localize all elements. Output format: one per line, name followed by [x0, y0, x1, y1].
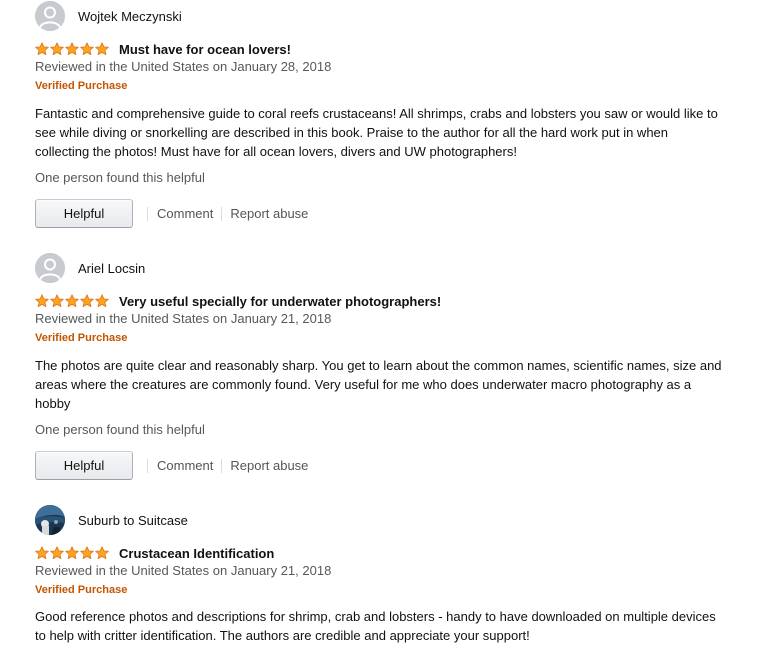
reviewer-profile[interactable]: Wojtek Meczynski	[35, 1, 182, 31]
comment-link[interactable]: Comment	[157, 458, 213, 473]
star-rating[interactable]	[35, 42, 109, 56]
star-icon	[50, 546, 64, 560]
report-abuse-link[interactable]: Report abuse	[230, 458, 308, 473]
rating-line: Very useful specially for underwater pho…	[35, 292, 441, 310]
review-title[interactable]: Very useful specially for underwater pho…	[119, 294, 441, 309]
review-actions: Helpful Comment Report abuse	[35, 198, 308, 229]
star-icon	[95, 546, 109, 560]
star-icon	[95, 42, 109, 56]
star-icon	[35, 294, 49, 308]
star-icon	[95, 294, 109, 308]
verified-purchase-badge[interactable]: Verified Purchase	[35, 80, 127, 92]
review-body: Good reference photos and descriptions f…	[35, 609, 716, 643]
review-date: Reviewed in the United States on January…	[35, 59, 332, 74]
star-icon	[80, 294, 94, 308]
photo-avatar-icon[interactable]	[35, 505, 65, 535]
divider	[147, 206, 148, 221]
review-title[interactable]: Crustacean Identification	[119, 546, 274, 561]
review-actions: Helpful Comment Report abuse	[35, 450, 308, 481]
reviewer-profile[interactable]: Ariel Locsin	[35, 253, 145, 283]
review-date: Reviewed in the United States on January…	[35, 311, 332, 326]
report-abuse-link[interactable]: Report abuse	[230, 206, 308, 221]
star-icon	[35, 546, 49, 560]
verified-purchase-badge[interactable]: Verified Purchase	[35, 332, 127, 344]
star-icon	[65, 42, 79, 56]
default-avatar-icon[interactable]	[35, 253, 65, 283]
divider	[147, 458, 148, 473]
star-rating[interactable]	[35, 294, 109, 308]
star-icon	[80, 546, 94, 560]
reviewer-profile[interactable]: Suburb to Suitcase	[35, 505, 188, 535]
star-icon	[50, 42, 64, 56]
default-avatar-icon[interactable]	[35, 1, 65, 31]
review-title[interactable]: Must have for ocean lovers!	[119, 42, 291, 57]
star-icon	[65, 294, 79, 308]
review-body: The photos are quite clear and reasonabl…	[35, 358, 722, 411]
reviewer-name[interactable]: Ariel Locsin	[78, 261, 145, 276]
helpful-button[interactable]: Helpful	[35, 199, 133, 228]
helpful-button[interactable]: Helpful	[35, 451, 133, 480]
star-icon	[35, 42, 49, 56]
verified-purchase-badge[interactable]: Verified Purchase	[35, 584, 127, 596]
star-icon	[65, 546, 79, 560]
star-icon	[50, 294, 64, 308]
review-date: Reviewed in the United States on January…	[35, 563, 332, 578]
reviewer-name[interactable]: Suburb to Suitcase	[78, 513, 188, 528]
reviewer-name[interactable]: Wojtek Meczynski	[78, 9, 182, 24]
helpful-count: One person found this helpful	[35, 170, 205, 185]
comment-link[interactable]: Comment	[157, 206, 213, 221]
rating-line: Crustacean Identification	[35, 544, 274, 562]
helpful-count: One person found this helpful	[35, 422, 205, 437]
star-icon	[80, 42, 94, 56]
divider	[221, 458, 223, 473]
rating-line: Must have for ocean lovers!	[35, 40, 291, 58]
star-rating[interactable]	[35, 546, 109, 560]
review-body: Fantastic and comprehensive guide to cor…	[35, 106, 718, 159]
divider	[221, 206, 223, 221]
